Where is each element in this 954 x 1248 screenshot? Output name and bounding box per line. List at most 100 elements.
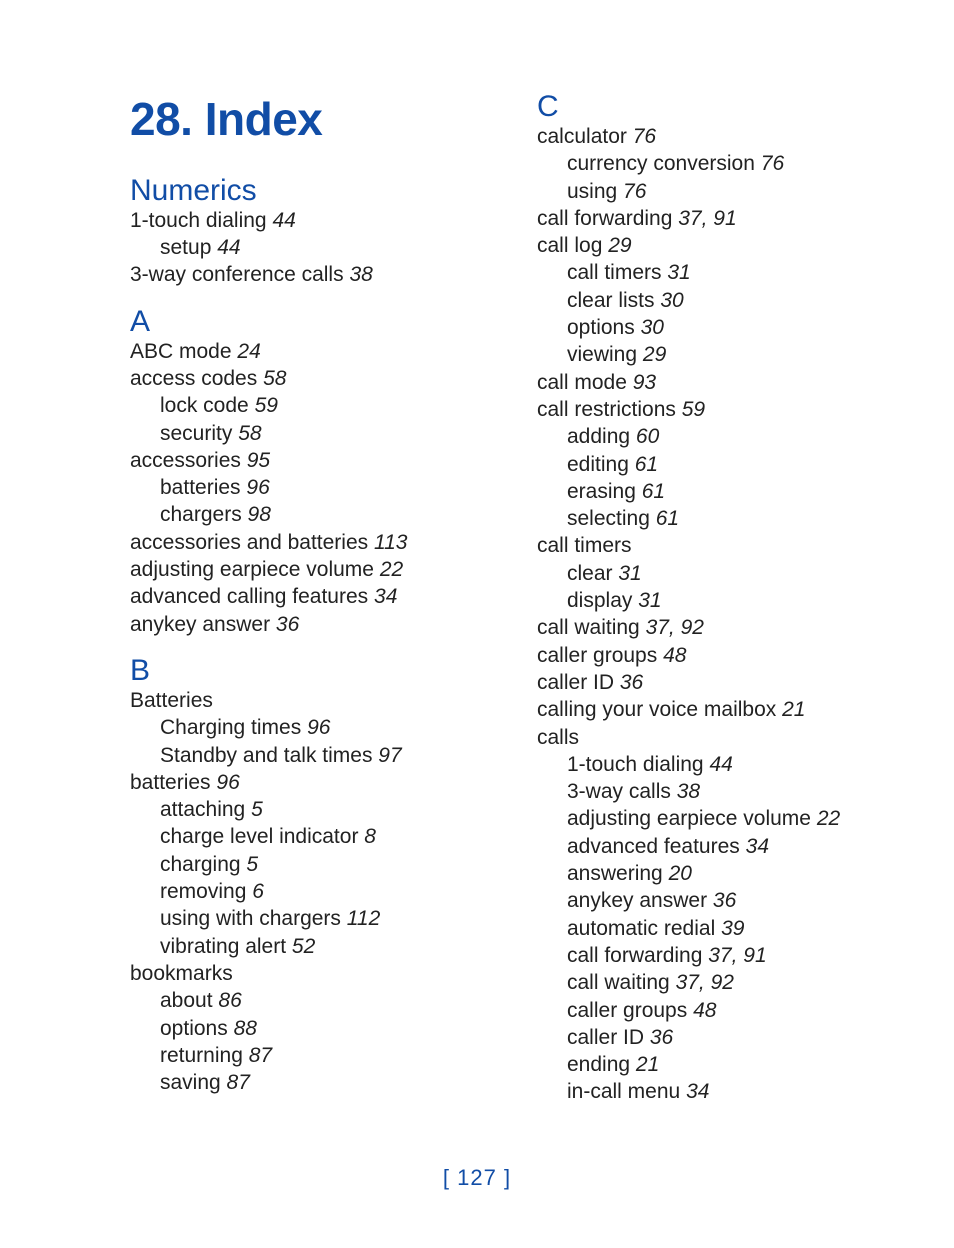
index-entry: calculator 76	[537, 123, 904, 150]
entry-page-ref: 76	[623, 180, 646, 203]
entry-page-ref: 96	[216, 771, 239, 794]
entry-page-ref: 21	[636, 1053, 659, 1076]
section-entries: BatteriesCharging times 96 Standby and ta…	[130, 687, 497, 1096]
index-entry: access codes 58	[130, 365, 497, 392]
entry-text: call mode	[537, 371, 627, 394]
entry-text: call log	[537, 234, 602, 257]
index-entry: using 76	[537, 178, 904, 205]
entry-text: 3-way calls	[567, 780, 671, 803]
index-entry: anykey answer 36	[537, 887, 904, 914]
entry-page-ref: 88	[234, 1017, 257, 1040]
entry-page-ref: 20	[669, 862, 692, 885]
entry-page-ref: 22	[817, 807, 840, 830]
entry-text: call forwarding	[537, 207, 672, 230]
index-entry: Charging times 96	[130, 714, 497, 741]
entry-page-ref: 36	[650, 1026, 673, 1049]
index-entry: accessories 95	[130, 447, 497, 474]
index-entry: call waiting 37, 92	[537, 614, 904, 641]
index-entry: vibrating alert 52	[130, 933, 497, 960]
index-entry: in-call menu 34	[537, 1078, 904, 1105]
entry-text: bookmarks	[130, 962, 233, 985]
entry-page-ref: 24	[237, 340, 260, 363]
entry-page-ref: 61	[635, 453, 658, 476]
entry-page-ref: 31	[618, 562, 641, 585]
entry-text: advanced calling features	[130, 585, 368, 608]
entry-text: caller ID	[567, 1026, 644, 1049]
index-entry: call timers	[537, 532, 904, 559]
entry-text: 1-touch dialing	[567, 753, 704, 776]
entry-page-ref: 59	[255, 394, 278, 417]
index-entry: returning 87	[130, 1042, 497, 1069]
index-entry: selecting 61	[537, 505, 904, 532]
entry-page-ref: 37, 92	[676, 971, 734, 994]
entry-text: attaching	[160, 798, 245, 821]
entry-page-ref: 29	[643, 343, 666, 366]
index-sections: Numerics1-touch dialing 44setup 443-way …	[130, 90, 954, 1110]
index-entry: display 31	[537, 587, 904, 614]
entry-page-ref: 37, 91	[708, 944, 766, 967]
entry-text: currency conversion	[567, 152, 755, 175]
entry-text: selecting	[567, 507, 650, 530]
entry-text: caller ID	[537, 671, 614, 694]
index-entry: Batteries	[130, 687, 497, 714]
entry-text: about	[160, 989, 213, 1012]
entry-page-ref: 34	[374, 585, 397, 608]
entry-text: using with chargers	[160, 907, 341, 930]
index-entry: lock code 59	[130, 392, 497, 419]
entry-page-ref: 39	[721, 917, 744, 940]
entry-text: erasing	[567, 480, 636, 503]
entry-text: editing	[567, 453, 629, 476]
entry-text: clear	[567, 562, 613, 585]
index-entry: adding 60	[537, 423, 904, 450]
index-entry: call timers 31	[537, 259, 904, 286]
entry-page-ref: 96	[307, 716, 330, 739]
entry-page-ref: 87	[249, 1044, 272, 1067]
index-entry: 3-way calls 38	[537, 778, 904, 805]
index-entry: attaching 5	[130, 796, 497, 823]
entry-page-ref: 61	[656, 507, 679, 530]
index-entry: call mode 93	[537, 369, 904, 396]
section-letter: Numerics	[130, 174, 497, 207]
entry-page-ref: 6	[252, 880, 264, 903]
index-entry: charging 5	[130, 851, 497, 878]
index-entry: ending 21	[537, 1051, 904, 1078]
entry-page-ref: 5	[246, 853, 258, 876]
entry-text: Standby and talk times	[160, 744, 372, 767]
entry-text: setup	[160, 236, 211, 259]
entry-text: vibrating alert	[160, 935, 286, 958]
entry-page-ref: 5	[251, 798, 263, 821]
entry-page-ref: 31	[638, 589, 661, 612]
entry-text: charge level indicator	[160, 825, 358, 848]
index-entry: call restrictions 59	[537, 396, 904, 423]
index-entry: viewing 29	[537, 341, 904, 368]
entry-text: adjusting earpiece volume	[567, 807, 811, 830]
index-entry: advanced calling features 34	[130, 583, 497, 610]
entry-text: call restrictions	[537, 398, 676, 421]
entry-text: call forwarding	[567, 944, 702, 967]
index-entry: anykey answer 36	[130, 611, 497, 638]
entry-page-ref: 36	[713, 889, 736, 912]
entry-page-ref: 95	[247, 449, 270, 472]
entry-text: accessories and batteries	[130, 531, 368, 554]
entry-text: call waiting	[567, 971, 670, 994]
entry-page-ref: 36	[620, 671, 643, 694]
index-entry: removing 6	[130, 878, 497, 905]
entry-text: saving	[160, 1071, 221, 1094]
entry-text: batteries	[160, 476, 241, 499]
entry-text: calculator	[537, 125, 627, 148]
entry-text: calling your voice mailbox	[537, 698, 776, 721]
entry-page-ref: 44	[217, 236, 240, 259]
entry-page-ref: 44	[272, 209, 295, 232]
entry-text: clear lists	[567, 289, 655, 312]
entry-page-ref: 97	[378, 744, 401, 767]
index-entry: adjusting earpiece volume 22	[537, 805, 904, 832]
entry-text: call waiting	[537, 616, 640, 639]
entry-text: security	[160, 422, 232, 445]
index-entry: caller ID 36	[537, 669, 904, 696]
index-entry: security 58	[130, 420, 497, 447]
index-entry: 3-way conference calls 38	[130, 261, 497, 288]
index-entry: 1-touch dialing 44	[130, 207, 497, 234]
entry-text: chargers	[160, 503, 242, 526]
index-entry: 1-touch dialing 44	[537, 751, 904, 778]
entry-page-ref: 37, 91	[678, 207, 736, 230]
